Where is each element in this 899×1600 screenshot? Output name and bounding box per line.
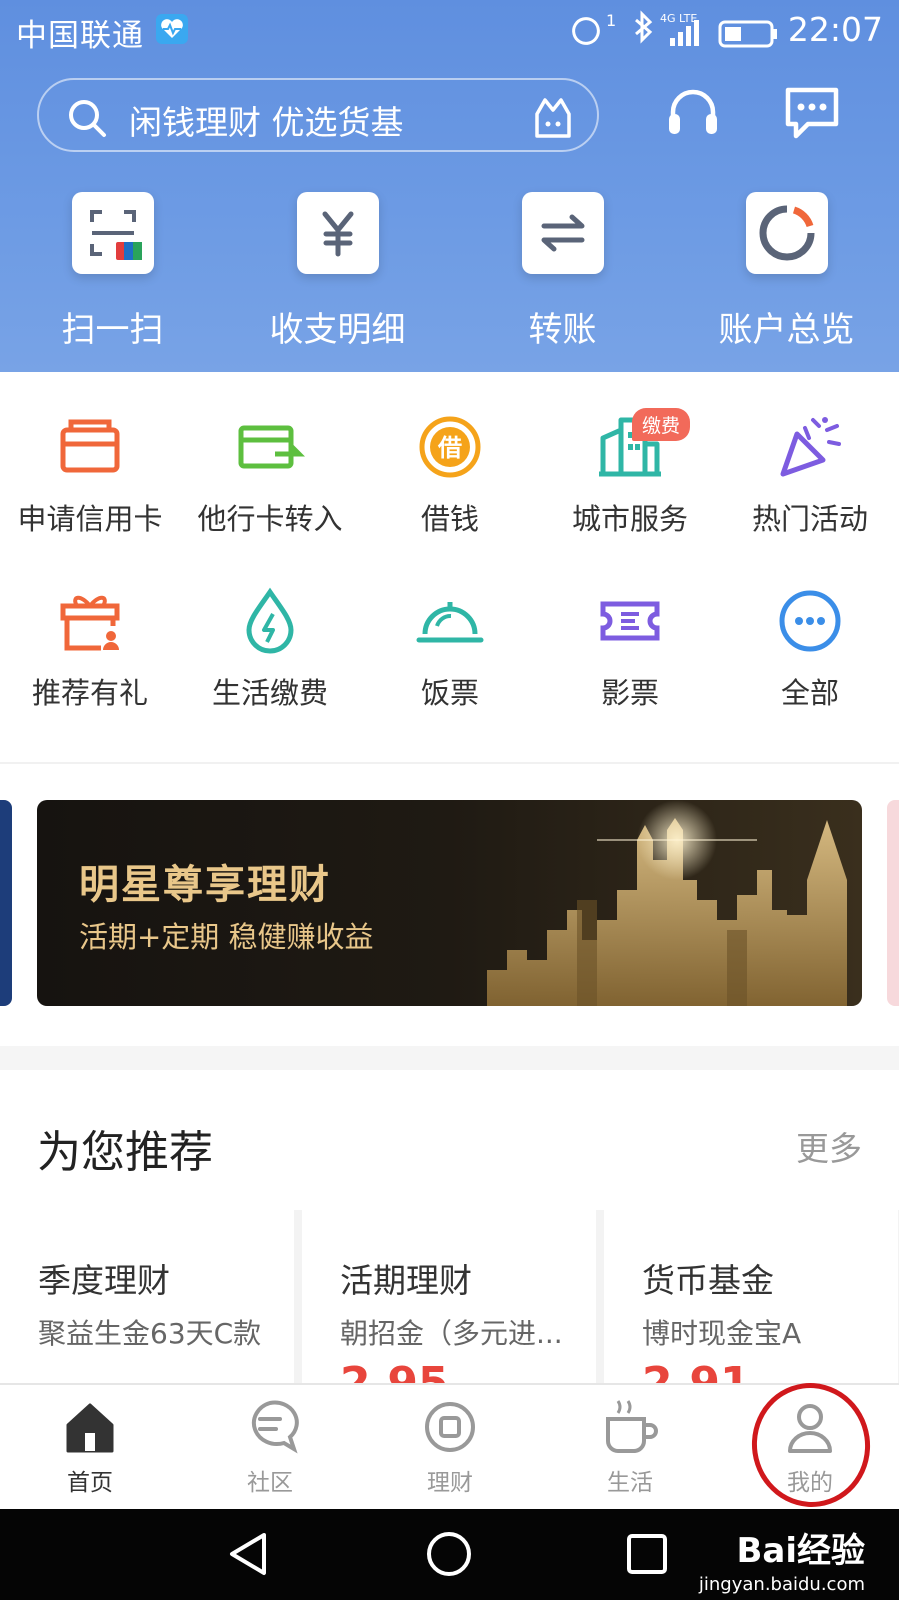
carrier-name: 中国联通 xyxy=(16,18,144,54)
service-card-transfer[interactable]: 他行卡转入 xyxy=(180,412,360,538)
service-label: 影票 xyxy=(600,676,659,710)
voice-assistant-icon[interactable] xyxy=(529,94,577,142)
tab-label: 首页 xyxy=(67,1470,113,1496)
product-name: 博时现金宝A xyxy=(642,1317,802,1350)
quick-action-transfer[interactable]: 转账 xyxy=(450,192,675,351)
promo-banner[interactable]: 明星尊享理财 活期+定期 稳健赚收益 xyxy=(37,800,862,1006)
service-label: 全部 xyxy=(780,676,839,710)
quick-action-statement[interactable]: 收支明细 xyxy=(225,192,450,351)
scan-icon xyxy=(71,192,154,274)
system-nav-bar: Bai经验 jingyan.baidu.com xyxy=(0,1509,899,1600)
quick-action-label: 扫一扫 xyxy=(61,310,164,350)
status-icons: 1 4G LTE xyxy=(570,8,780,52)
quick-action-scan[interactable]: 扫一扫 xyxy=(0,192,225,351)
product-name: 聚益生金63天C款 xyxy=(38,1317,262,1350)
recommend-more-link[interactable]: 更多 xyxy=(796,1122,862,1170)
service-referral[interactable]: 推荐有礼 xyxy=(0,586,180,712)
ticket-icon xyxy=(600,601,660,641)
product-type: 活期理财 xyxy=(340,1261,472,1300)
finance-icon xyxy=(425,1402,475,1452)
community-icon xyxy=(251,1400,299,1454)
more-icon xyxy=(779,590,841,652)
borrow-glyph: 借 xyxy=(437,434,462,462)
card-transfer-icon xyxy=(238,425,305,469)
overview-icon xyxy=(745,192,828,274)
service-utilities[interactable]: 生活缴费 xyxy=(180,586,360,712)
service-all[interactable]: 全部 xyxy=(720,586,899,712)
banner-title: 明星尊享理财 xyxy=(79,862,331,908)
party-icon xyxy=(780,417,841,477)
divider xyxy=(0,762,899,764)
search-icon xyxy=(69,100,106,137)
borrow-icon: 借 xyxy=(419,416,481,478)
gift-icon xyxy=(60,595,120,651)
product-card[interactable]: 货币基金 博时现金宝A 2.91 xyxy=(604,1210,898,1385)
service-movie-ticket[interactable]: 影票 xyxy=(540,586,720,712)
carousel-prev-peek[interactable] xyxy=(0,800,12,1006)
life-icon xyxy=(606,1400,658,1453)
banner-subtitle: 活期+定期 稳健赚收益 xyxy=(79,920,374,954)
food-cover-icon xyxy=(416,602,484,643)
service-label: 饭票 xyxy=(420,676,479,710)
quick-action-overview[interactable]: 账户总览 xyxy=(674,192,899,351)
home-icon xyxy=(66,1403,114,1453)
search-placeholder: 闲钱理财 优选货基 xyxy=(129,103,404,142)
tab-label: 生活 xyxy=(607,1470,653,1496)
product-card[interactable]: 活期理财 朝招金（多元进... 2.95 xyxy=(302,1210,596,1385)
tab-label: 理财 xyxy=(427,1470,473,1496)
service-label: 城市服务 xyxy=(571,502,688,536)
service-meal-ticket[interactable]: 饭票 xyxy=(360,586,540,712)
svg-text:4G LTE: 4G LTE xyxy=(660,12,697,25)
tab-label: 社区 xyxy=(247,1470,293,1496)
recents-icon[interactable] xyxy=(626,1533,668,1575)
credit-card-icon xyxy=(60,419,120,473)
product-rate: 2.95 xyxy=(340,1358,449,1385)
product-type: 货币基金 xyxy=(642,1261,774,1300)
product-type: 季度理财 xyxy=(38,1261,170,1300)
yuan-icon xyxy=(296,192,379,274)
product-rate: 2.91 xyxy=(642,1358,751,1385)
header: 中国联通 1 4G LTE 22:07 闲钱理财 优选货基 扫一扫 收支明细 转… xyxy=(0,0,899,372)
service-city[interactable]: 缴费 城市服务 xyxy=(540,408,720,538)
tab-life[interactable]: 生活 xyxy=(540,1397,720,1497)
service-label: 他行卡转入 xyxy=(197,502,343,536)
headset-icon[interactable] xyxy=(664,84,722,142)
service-label: 申请信用卡 xyxy=(17,502,163,536)
product-name: 朝招金（多元进... xyxy=(340,1317,563,1350)
tab-home[interactable]: 首页 xyxy=(0,1397,180,1497)
service-borrow[interactable]: 借 借钱 xyxy=(360,412,540,538)
svg-text:1: 1 xyxy=(606,11,616,30)
tab-community[interactable]: 社区 xyxy=(180,1397,360,1497)
fee-badge: 缴费 xyxy=(632,408,691,441)
service-activities[interactable]: 热门活动 xyxy=(720,412,899,538)
quick-action-label: 转账 xyxy=(528,310,597,350)
quick-action-label: 收支明细 xyxy=(269,310,406,350)
home-circle-icon[interactable] xyxy=(426,1531,472,1577)
watermark: Bai经验 jingyan.baidu.com xyxy=(699,1523,865,1595)
service-label: 生活缴费 xyxy=(211,676,328,710)
back-icon[interactable] xyxy=(226,1531,272,1577)
message-icon[interactable] xyxy=(782,84,842,142)
status-bar: 中国联通 1 4G LTE 22:07 xyxy=(0,0,899,60)
service-label: 热门活动 xyxy=(751,502,868,536)
tab-finance[interactable]: 理财 xyxy=(360,1397,540,1497)
search-bar[interactable]: 闲钱理财 优选货基 xyxy=(37,78,599,152)
recommend-title: 为您推荐 xyxy=(37,1127,213,1178)
service-label: 借钱 xyxy=(420,502,479,536)
service-credit-card[interactable]: 申请信用卡 xyxy=(0,412,180,538)
service-label: 推荐有礼 xyxy=(31,676,148,710)
watermark-url: jingyan.baidu.com xyxy=(698,1574,865,1595)
carousel-next-peek[interactable] xyxy=(887,800,899,1006)
quick-action-label: 账户总览 xyxy=(718,310,855,350)
recommend-cards: 季度理财 聚益生金63天C款 活期理财 朝招金（多元进... 2.95 货币基金… xyxy=(0,1210,899,1385)
product-card[interactable]: 季度理财 聚益生金63天C款 xyxy=(0,1210,294,1385)
health-app-icon xyxy=(156,14,188,44)
section-gap xyxy=(0,1046,899,1070)
watermark-brand: Bai经验 xyxy=(736,1531,865,1571)
clock: 22:07 xyxy=(787,10,883,49)
transfer-icon xyxy=(521,192,604,274)
water-drop-icon xyxy=(246,587,294,654)
